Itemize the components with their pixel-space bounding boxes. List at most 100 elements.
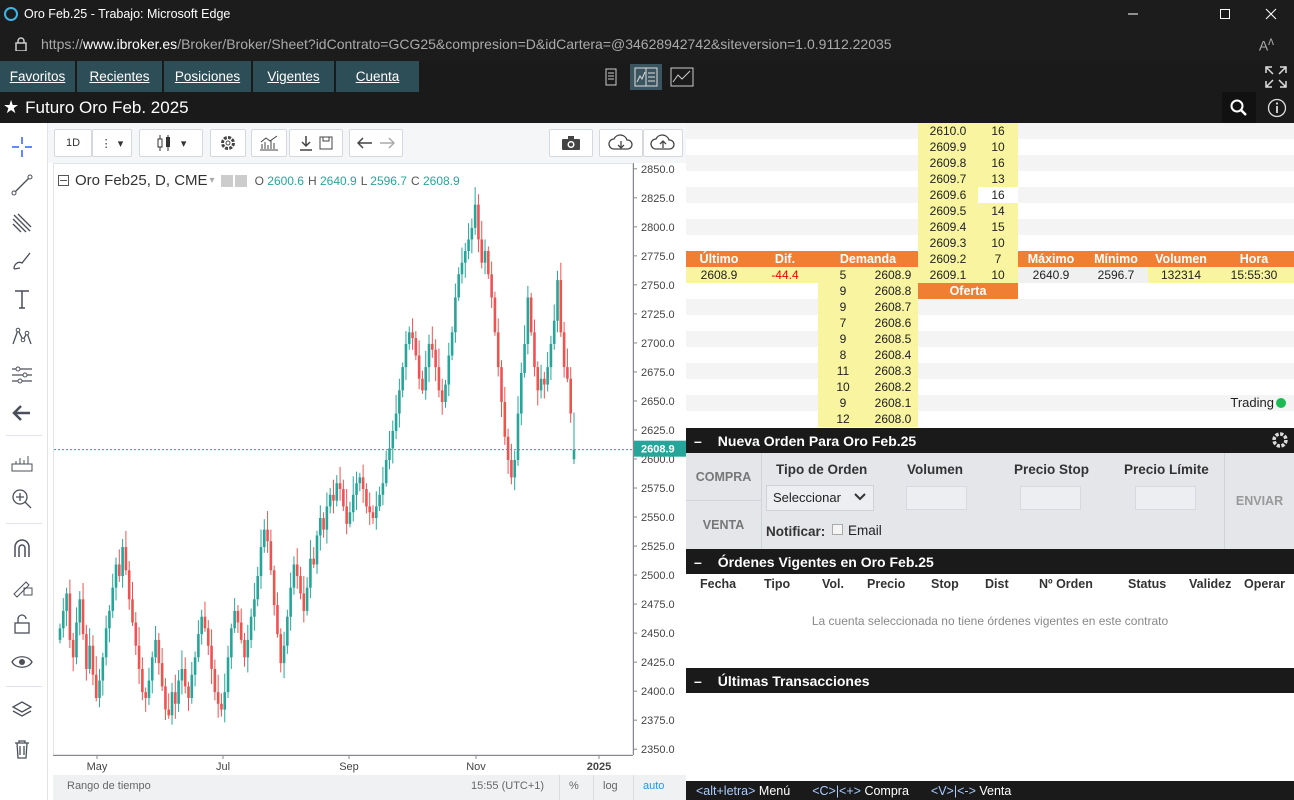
maximize-button[interactable]: [1202, 0, 1248, 27]
search-icon[interactable]: [1222, 92, 1256, 123]
bid-qty[interactable]: 10: [818, 379, 868, 395]
interval-button[interactable]: 1D: [54, 129, 92, 157]
bid-row[interactable]: 9 2608.8 Oferta: [686, 283, 1294, 299]
ask-price[interactable]: 2609.1: [918, 267, 978, 283]
column-header[interactable]: Máximo: [1018, 251, 1084, 267]
ask-price[interactable]: 2609.7: [918, 171, 978, 187]
column-header[interactable]: Nº Orden: [1039, 577, 1093, 591]
ask-price[interactable]: 2609.4: [918, 219, 978, 235]
read-aloud-icon[interactable]: Aʌ: [1259, 35, 1274, 54]
column-header[interactable]: Volumen: [1148, 251, 1214, 267]
chart-type-button[interactable]: ▾: [139, 129, 203, 157]
fullscreen-icon[interactable]: [1264, 65, 1288, 89]
log-toggle[interactable]: log: [603, 780, 618, 792]
buy-button[interactable]: COMPRA: [686, 453, 762, 501]
bid-qty[interactable]: 9: [818, 331, 868, 347]
ask-qty[interactable]: 7: [978, 251, 1018, 267]
bid-price[interactable]: 2608.4: [868, 347, 918, 363]
trash-icon[interactable]: [8, 735, 36, 763]
column-header[interactable]: Mínimo: [1084, 251, 1148, 267]
collapse-legend-icon[interactable]: [58, 175, 69, 186]
bid-price[interactable]: 2608.9: [868, 267, 918, 283]
settings-button[interactable]: [210, 129, 246, 157]
candlestick-plot[interactable]: [54, 164, 634, 756]
crosshair-icon[interactable]: [8, 133, 36, 161]
time-axis[interactable]: May Jul Sep Nov 2025: [53, 755, 633, 775]
bid-row[interactable]: 11 2608.3: [686, 363, 1294, 379]
email-checkbox[interactable]: [832, 524, 843, 535]
ask-price[interactable]: 2609.5: [918, 203, 978, 219]
cloud-download-button[interactable]: [599, 129, 643, 157]
info-icon[interactable]: [1260, 92, 1294, 123]
ask-qty[interactable]: 13: [978, 171, 1018, 187]
bid-price[interactable]: 2608.5: [868, 331, 918, 347]
column-header[interactable]: Demanda: [818, 251, 918, 267]
ask-price[interactable]: 2609.6: [918, 187, 978, 203]
bid-row[interactable]: 12 2608.0: [686, 411, 1294, 427]
ask-qty[interactable]: 10: [978, 139, 1018, 155]
tab-cuenta[interactable]: Cuenta: [336, 61, 420, 92]
percent-toggle[interactable]: %: [569, 780, 579, 792]
close-button[interactable]: [1248, 0, 1294, 27]
ask-row[interactable]: 2609.9 10: [686, 139, 1294, 155]
ask-qty[interactable]: 10: [978, 235, 1018, 251]
magnet-icon[interactable]: [8, 535, 36, 563]
bid-qty[interactable]: 9: [818, 283, 868, 299]
bid-row[interactable]: 7 2608.6: [686, 315, 1294, 331]
brush-icon[interactable]: [8, 247, 36, 275]
document-icon[interactable]: [595, 64, 627, 90]
send-button[interactable]: ENVIAR: [1224, 453, 1294, 549]
ask-row[interactable]: 2610.0 16: [686, 123, 1294, 139]
pattern-icon[interactable]: [8, 323, 36, 351]
volume-input[interactable]: [906, 486, 967, 510]
caret-down-icon[interactable]: ▾: [210, 175, 215, 186]
settings-icon[interactable]: [234, 174, 247, 187]
column-header[interactable]: Hora: [1214, 251, 1294, 267]
bid-price[interactable]: 2608.0: [868, 411, 918, 427]
ask-row[interactable]: 2609.8 16: [686, 155, 1294, 171]
ask-row[interactable]: 2609.3 10: [686, 235, 1294, 251]
measure-icon[interactable]: [8, 361, 36, 389]
eye-icon[interactable]: [8, 648, 36, 676]
ask-row[interactable]: 2609.6 16: [686, 187, 1294, 203]
limit-price-input[interactable]: [1135, 486, 1196, 510]
trend-line-icon[interactable]: [8, 171, 36, 199]
indicators-button[interactable]: [251, 129, 287, 157]
tab-posiciones[interactable]: Posiciones: [164, 61, 252, 92]
price-axis[interactable]: 2850.0 2825.0 2800.0 2775.0 2750.0 2725.0 2700…: [633, 163, 686, 756]
text-tool-icon[interactable]: [8, 285, 36, 313]
stop-price-input[interactable]: [1020, 486, 1081, 510]
collapse-icon[interactable]: –: [694, 554, 702, 570]
back-arrow-icon[interactable]: [8, 399, 36, 427]
column-header[interactable]: Operar: [1244, 577, 1285, 591]
address-bar[interactable]: https://www.ibroker.es/Broker/Broker/She…: [0, 27, 1294, 61]
ask-qty[interactable]: 14: [978, 203, 1018, 219]
order-type-select[interactable]: Seleccionar: [766, 485, 874, 511]
save-load-button[interactable]: [289, 129, 343, 157]
bid-row[interactable]: 9 2608.7: [686, 299, 1294, 315]
pitchfork-icon[interactable]: [8, 209, 36, 237]
collapse-icon[interactable]: –: [694, 673, 702, 689]
redo-icon[interactable]: [379, 136, 396, 150]
bid-qty[interactable]: 9: [818, 395, 868, 411]
visibility-icon[interactable]: [220, 174, 233, 187]
bid-price[interactable]: 2608.1: [868, 395, 918, 411]
undo-icon[interactable]: [356, 136, 373, 150]
ask-row[interactable]: 2609.4 15: [686, 219, 1294, 235]
bid-row[interactable]: 9 2608.1 Trading: [686, 395, 1294, 411]
bid-qty[interactable]: 9: [818, 299, 868, 315]
tab-recientes[interactable]: Recientes: [77, 61, 163, 92]
cloud-upload-button[interactable]: [643, 129, 683, 157]
minimize-button[interactable]: [1110, 0, 1156, 27]
chart-book-icon[interactable]: [630, 64, 662, 90]
bid-qty[interactable]: 8: [818, 347, 868, 363]
ask-price[interactable]: 2609.2: [918, 251, 978, 267]
screenshot-button[interactable]: [549, 129, 593, 157]
price-chart[interactable]: [53, 163, 634, 756]
bid-qty[interactable]: 7: [818, 315, 868, 331]
layers-icon[interactable]: [8, 696, 36, 724]
bid-price[interactable]: 2608.3: [868, 363, 918, 379]
auto-toggle[interactable]: auto: [643, 780, 664, 792]
column-header[interactable]: Validez: [1189, 577, 1231, 591]
column-header[interactable]: Status: [1128, 577, 1166, 591]
